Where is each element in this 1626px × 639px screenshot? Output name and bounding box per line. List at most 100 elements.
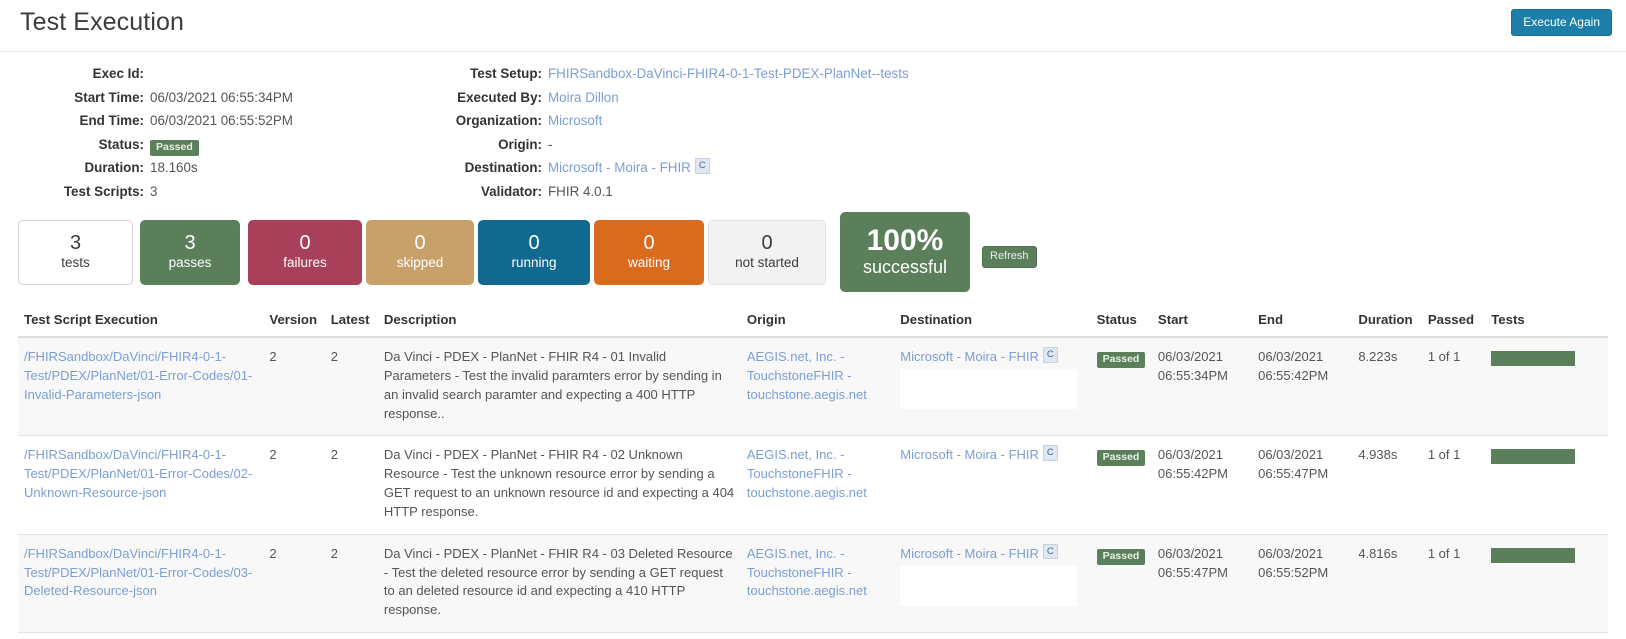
destination-link[interactable]: Microsoft - Moira - FHIR <box>900 349 1039 364</box>
summary-value: 3 <box>150 184 157 199</box>
summary-value[interactable]: Moira Dillon <box>548 90 619 105</box>
stat-box-not-started[interactable]: 0not started <box>708 220 826 285</box>
summary-value: 18.160s <box>150 160 198 175</box>
column-header-latest[interactable]: Latest <box>325 304 378 337</box>
summary-label: Executed By: <box>420 90 548 105</box>
cell-tests <box>1485 534 1608 632</box>
stat-label: skipped <box>397 254 444 272</box>
cell-tests <box>1485 436 1608 534</box>
cell-duration: 8.223s <box>1352 337 1422 436</box>
stat-box-passes[interactable]: 3passes <box>140 220 240 285</box>
table-body: /FHIRSandbox/DaVinci/FHIR4-0-1-Test/PDEX… <box>18 337 1608 633</box>
stat-box-skipped[interactable]: 0skipped <box>366 220 474 285</box>
tests-pass-bar <box>1491 449 1575 464</box>
table-row[interactable]: /FHIRSandbox/DaVinci/FHIR4-0-1-Test/PDEX… <box>18 337 1608 436</box>
summary-row: End Time:06/03/2021 06:55:52PM <box>0 113 420 137</box>
column-header-test-script-execution[interactable]: Test Script Execution <box>18 304 263 337</box>
cell-end: 06/03/2021 06:55:42PM <box>1252 337 1352 436</box>
cell-tests <box>1485 337 1608 436</box>
conformance-badge-icon[interactable]: C <box>1043 544 1058 560</box>
summary-label: Test Setup: <box>420 66 548 81</box>
table-row[interactable]: /FHIRSandbox/DaVinci/FHIR4-0-1-Test/PDEX… <box>18 534 1608 632</box>
cell-description: Da Vinci - PDEX - PlanNet - FHIR R4 - 03… <box>378 534 741 632</box>
stat-label: tests <box>61 254 90 272</box>
table-header-row: Test Script ExecutionVersionLatestDescri… <box>18 304 1608 337</box>
column-header-status[interactable]: Status <box>1091 304 1152 337</box>
cell-origin[interactable]: AEGIS.net, Inc. - TouchstoneFHIR - touch… <box>741 436 894 534</box>
column-header-version[interactable]: Version <box>263 304 324 337</box>
summary-row: Origin:- <box>420 137 1120 161</box>
summary-value[interactable]: Microsoft - Moira - FHIR <box>548 160 691 175</box>
column-header-destination[interactable]: Destination <box>894 304 1090 337</box>
refresh-button[interactable]: Refresh <box>982 246 1037 268</box>
test-script-execution-link[interactable]: /FHIRSandbox/DaVinci/FHIR4-0-1-Test/PDEX… <box>24 349 252 402</box>
conformance-badge-icon[interactable]: C <box>1043 347 1058 363</box>
destination-link[interactable]: Microsoft - Moira - FHIR <box>900 447 1039 462</box>
page-title: Test Execution <box>20 8 184 37</box>
stat-box-waiting[interactable]: 0waiting <box>594 220 704 285</box>
summary-row: Exec Id: <box>0 66 420 90</box>
summary-value[interactable]: FHIRSandbox-DaVinci-FHIR4-0-1-Test-PDEX-… <box>548 66 909 81</box>
cell-version: 2 <box>263 337 324 436</box>
test-script-execution-link[interactable]: /FHIRSandbox/DaVinci/FHIR4-0-1-Test/PDEX… <box>24 447 252 500</box>
cell-description: Da Vinci - PDEX - PlanNet - FHIR R4 - 01… <box>378 337 741 436</box>
summary-label: Duration: <box>0 160 150 175</box>
column-header-tests[interactable]: Tests <box>1485 304 1608 337</box>
cell-latest: 2 <box>325 337 378 436</box>
stat-box-running[interactable]: 0running <box>478 220 590 285</box>
summary-value: 06/03/2021 06:55:52PM <box>150 113 293 128</box>
summary-label: End Time: <box>0 113 150 128</box>
test-script-execution-link[interactable]: /FHIRSandbox/DaVinci/FHIR4-0-1-Test/PDEX… <box>24 546 252 599</box>
summary-row: Validator:FHIR 4.0.1 <box>420 184 1120 208</box>
summary-label: Origin: <box>420 137 548 152</box>
cell-origin[interactable]: AEGIS.net, Inc. - TouchstoneFHIR - touch… <box>741 534 894 632</box>
status-badge: Passed <box>150 140 199 156</box>
origin-link[interactable]: AEGIS.net, Inc. - TouchstoneFHIR - touch… <box>747 349 867 402</box>
summary-label: Start Time: <box>0 90 150 105</box>
cell-test-script-execution[interactable]: /FHIRSandbox/DaVinci/FHIR4-0-1-Test/PDEX… <box>18 436 263 534</box>
cell-destination[interactable]: Microsoft - Moira - FHIR C <box>894 436 1090 534</box>
tests-pass-bar <box>1491 351 1575 366</box>
origin-link[interactable]: AEGIS.net, Inc. - TouchstoneFHIR - touch… <box>747 447 867 500</box>
summary-row: Test Scripts:3 <box>0 184 420 208</box>
stat-count: 0 <box>528 232 539 254</box>
stat-count: 0 <box>643 232 654 254</box>
summary-right-column: Test Setup:FHIRSandbox-DaVinci-FHIR4-0-1… <box>420 66 1120 208</box>
success-percentage-label: successful <box>863 256 947 279</box>
column-header-passed[interactable]: Passed <box>1422 304 1485 337</box>
destination-detail-panel <box>900 467 1077 507</box>
cell-origin[interactable]: AEGIS.net, Inc. - TouchstoneFHIR - touch… <box>741 337 894 436</box>
conformance-badge-icon[interactable]: C <box>695 158 710 174</box>
conformance-badge-icon[interactable]: C <box>1043 445 1058 461</box>
column-header-origin[interactable]: Origin <box>741 304 894 337</box>
stat-box-failures[interactable]: 0failures <box>248 220 362 285</box>
destination-link[interactable]: Microsoft - Moira - FHIR <box>900 546 1039 561</box>
cell-destination[interactable]: Microsoft - Moira - FHIR C <box>894 534 1090 632</box>
column-header-duration[interactable]: Duration <box>1352 304 1422 337</box>
execute-again-button[interactable]: Execute Again <box>1511 9 1612 36</box>
cell-duration: 4.816s <box>1352 534 1422 632</box>
column-header-end[interactable]: End <box>1252 304 1352 337</box>
cell-description: Da Vinci - PDEX - PlanNet - FHIR R4 - 02… <box>378 436 741 534</box>
column-header-start[interactable]: Start <box>1152 304 1252 337</box>
cell-test-script-execution[interactable]: /FHIRSandbox/DaVinci/FHIR4-0-1-Test/PDEX… <box>18 534 263 632</box>
cell-destination[interactable]: Microsoft - Moira - FHIR C <box>894 337 1090 436</box>
cell-start: 06/03/2021 06:55:47PM <box>1152 534 1252 632</box>
cell-test-script-execution[interactable]: /FHIRSandbox/DaVinci/FHIR4-0-1-Test/PDEX… <box>18 337 263 436</box>
stat-count: 0 <box>414 232 425 254</box>
cell-start: 06/03/2021 06:55:34PM <box>1152 337 1252 436</box>
stat-box-tests[interactable]: 3tests <box>18 220 133 285</box>
table-header: Test Script ExecutionVersionLatestDescri… <box>18 304 1608 337</box>
column-header-description[interactable]: Description <box>378 304 741 337</box>
test-script-executions-table: Test Script ExecutionVersionLatestDescri… <box>18 304 1608 633</box>
stat-count: 0 <box>761 232 772 254</box>
cell-status: Passed <box>1091 534 1152 632</box>
summary-label: Exec Id: <box>0 66 150 81</box>
summary-row: Start Time:06/03/2021 06:55:34PM <box>0 90 420 114</box>
summary-value[interactable]: Microsoft <box>548 113 602 128</box>
table-row[interactable]: /FHIRSandbox/DaVinci/FHIR4-0-1-Test/PDEX… <box>18 436 1608 534</box>
test-script-executions-table-wrap: Test Script ExecutionVersionLatestDescri… <box>0 304 1626 633</box>
summary-label: Test Scripts: <box>0 184 150 199</box>
destination-detail-panel <box>900 369 1077 409</box>
origin-link[interactable]: AEGIS.net, Inc. - TouchstoneFHIR - touch… <box>747 546 867 599</box>
